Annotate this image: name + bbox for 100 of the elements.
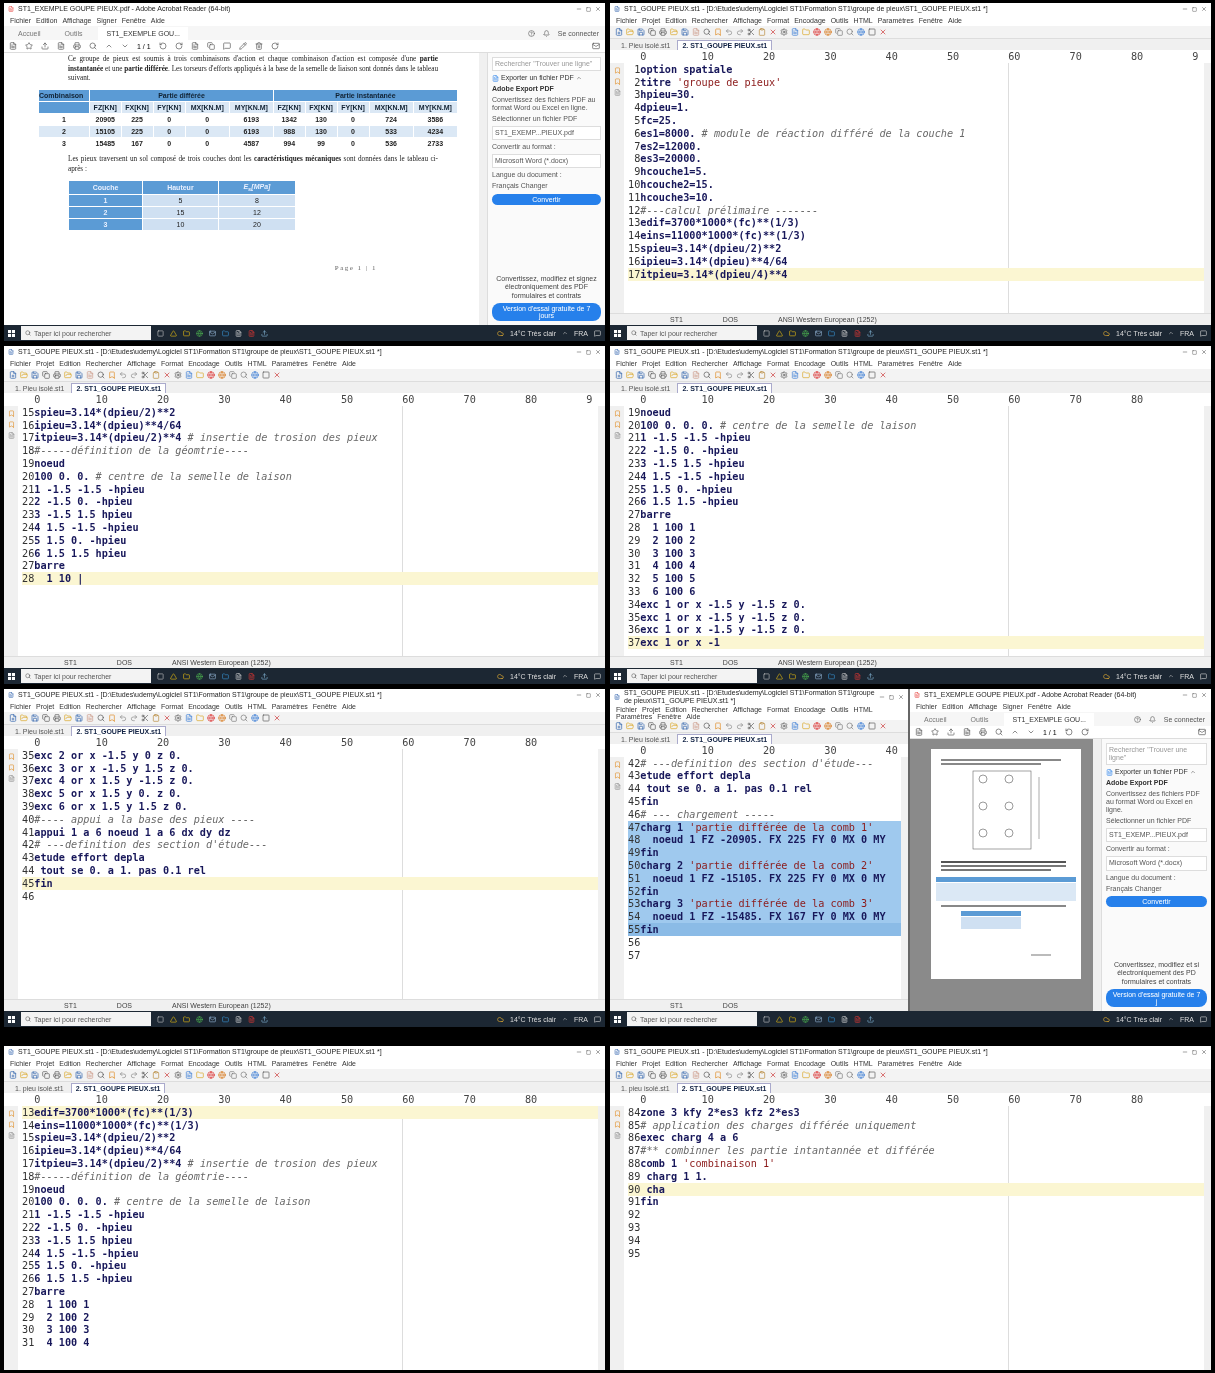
printer-icon[interactable] [53,1071,61,1079]
chevron-icon[interactable] [562,1016,568,1022]
cut-icon[interactable] [747,28,755,36]
triangle-icon[interactable] [776,329,783,337]
undo-icon[interactable] [725,28,733,36]
chevron-icon[interactable] [1168,330,1174,336]
close-icon[interactable] [769,371,777,379]
document-icon[interactable] [791,28,799,36]
new-file-icon[interactable] [615,371,623,379]
task-view-icon[interactable] [157,1015,164,1023]
copy-icon[interactable] [648,1071,656,1079]
copy-icon[interactable] [42,371,50,379]
printer-icon[interactable] [659,721,667,730]
upload-icon[interactable] [261,329,268,337]
close-icon[interactable] [879,28,887,36]
search-icon[interactable] [97,371,105,379]
cut-icon[interactable] [747,1071,755,1079]
paste-icon[interactable] [758,1071,766,1079]
close-icon[interactable] [879,1071,887,1079]
globe-icon[interactable] [857,1071,865,1079]
maximize-icon[interactable] [1192,692,1197,698]
new-file-icon[interactable] [9,714,17,722]
square-icon[interactable] [262,371,270,379]
paste-icon[interactable] [758,28,766,36]
minimize-icon[interactable] [1182,6,1188,12]
upload-icon[interactable] [261,1015,268,1023]
globe-icon[interactable] [196,672,203,680]
upload-icon[interactable] [867,329,874,337]
document-icon[interactable] [9,42,17,50]
pdf-icon[interactable] [854,1015,861,1023]
triangle-icon[interactable] [170,329,177,337]
globe-icon[interactable] [196,1015,203,1023]
folder-icon[interactable] [222,1015,229,1023]
upload-icon[interactable] [867,672,874,680]
chevron-icon[interactable] [575,75,582,82]
triangle-icon[interactable] [776,672,783,680]
gear-icon[interactable] [780,28,788,36]
chevron-up-icon[interactable] [105,42,113,50]
chevron-icon[interactable] [1168,673,1174,679]
minimize-icon[interactable] [576,692,582,698]
folder-icon[interactable] [222,329,229,337]
mail-icon[interactable] [1198,728,1206,736]
mail-icon[interactable] [209,672,216,680]
notification-icon[interactable] [594,672,601,680]
minimize-icon[interactable] [576,1049,582,1055]
bookmark-icon[interactable] [108,714,116,722]
scrollbar[interactable] [598,406,605,656]
pdf-icon[interactable] [248,329,255,337]
bookmark-icon[interactable] [714,1071,722,1079]
triangle-icon[interactable] [170,672,177,680]
copy-icon[interactable] [835,721,843,730]
search-icon[interactable] [703,28,711,36]
gear-icon[interactable] [174,371,182,379]
globe-icon[interactable] [813,721,821,730]
upload-icon[interactable] [261,672,268,680]
undo-icon[interactable] [725,1071,733,1079]
globe-icon[interactable] [813,1071,821,1079]
search-icon[interactable] [89,42,97,50]
windows-logo-icon[interactable] [614,672,621,680]
search-icon[interactable] [240,714,248,722]
rotate-icon[interactable] [174,42,183,50]
windows-logo-icon[interactable] [614,329,621,337]
close-icon[interactable] [273,371,281,379]
document-icon[interactable] [185,714,193,722]
search-icon[interactable] [703,1071,711,1079]
windows-logo-icon[interactable] [8,672,15,680]
new-file-icon[interactable] [615,721,623,730]
scrollbar[interactable] [901,756,908,999]
folder-icon[interactable] [183,1015,190,1023]
scrollbar[interactable] [1093,739,1101,1011]
maximize-icon[interactable] [586,6,591,12]
copy-icon[interactable] [42,714,50,722]
copy-icon[interactable] [229,371,237,379]
save-icon[interactable] [31,371,39,379]
search-icon[interactable] [846,371,854,379]
globe-icon[interactable] [824,721,832,730]
gear-icon[interactable] [174,1071,182,1079]
bell-icon[interactable] [542,29,550,37]
paste-icon[interactable] [152,714,160,722]
globe-icon[interactable] [196,329,203,337]
pdf-icon[interactable] [854,672,861,680]
bookmark-icon[interactable] [108,371,116,379]
copy-icon[interactable] [835,28,843,36]
redo-icon[interactable] [736,721,744,730]
scrollbar[interactable] [1204,1106,1211,1370]
save-icon[interactable] [637,721,645,730]
cut-icon[interactable] [141,371,149,379]
save-icon[interactable] [637,28,645,36]
globe-icon[interactable] [857,371,865,379]
minimize-icon[interactable] [879,694,885,701]
globe-icon[interactable] [251,1071,259,1079]
scrollbar[interactable] [598,749,605,999]
close-icon[interactable] [163,371,171,379]
folder-icon[interactable] [183,329,190,337]
copy-icon[interactable] [835,1071,843,1079]
folder-icon[interactable] [828,1015,835,1023]
minimize-icon[interactable] [1182,1049,1188,1055]
folder-icon[interactable] [789,329,796,337]
scrollbar[interactable] [1204,406,1211,656]
chevron-down-icon[interactable] [121,42,129,50]
